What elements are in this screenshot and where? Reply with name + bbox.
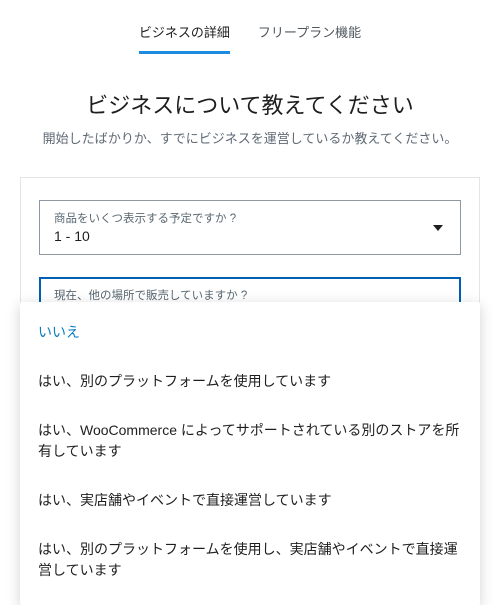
product-count-select-value: 1 - 10	[54, 228, 90, 244]
dropdown-option-no[interactable]: いいえ	[20, 308, 480, 357]
selling-elsewhere-dropdown[interactable]: いいえ はい、別のプラットフォームを使用しています はい、WooCommerce…	[20, 302, 480, 605]
product-count-select[interactable]: 商品をいくつ表示する予定ですか ? 1 - 10	[39, 200, 461, 255]
tab-business-details[interactable]: ビジネスの詳細	[139, 22, 230, 54]
dropdown-option-other-platform[interactable]: はい、別のプラットフォームを使用しています	[20, 357, 480, 406]
product-count-select-label: 商品をいくつ表示する予定ですか ?	[54, 210, 424, 226]
tab-free-plan-features[interactable]: フリープラン機能	[258, 22, 361, 54]
dropdown-option-woocommerce-store[interactable]: はい、WooCommerce によってサポートされている別のストアを所有していま…	[20, 406, 480, 476]
page-title: ビジネスについて教えてください	[24, 88, 476, 120]
page-heading: ビジネスについて教えてください 開始したばかりか、すでにビジネスを運営しているか…	[0, 88, 500, 147]
selling-elsewhere-select-label: 現在、他の場所で販売していますか ?	[54, 287, 424, 303]
page-subtitle: 開始したばかりか、すでにビジネスを運営しているか教えてください。	[24, 128, 476, 147]
dropdown-option-physical-store[interactable]: はい、実店舗やイベントで直接運営しています	[20, 476, 480, 525]
dropdown-option-platform-and-physical[interactable]: はい、別のプラットフォームを使用し、実店舗やイベントで直接運営しています	[20, 525, 480, 595]
tab-bar: ビジネスの詳細 フリープラン機能	[0, 0, 500, 54]
caret-down-icon	[430, 220, 446, 236]
